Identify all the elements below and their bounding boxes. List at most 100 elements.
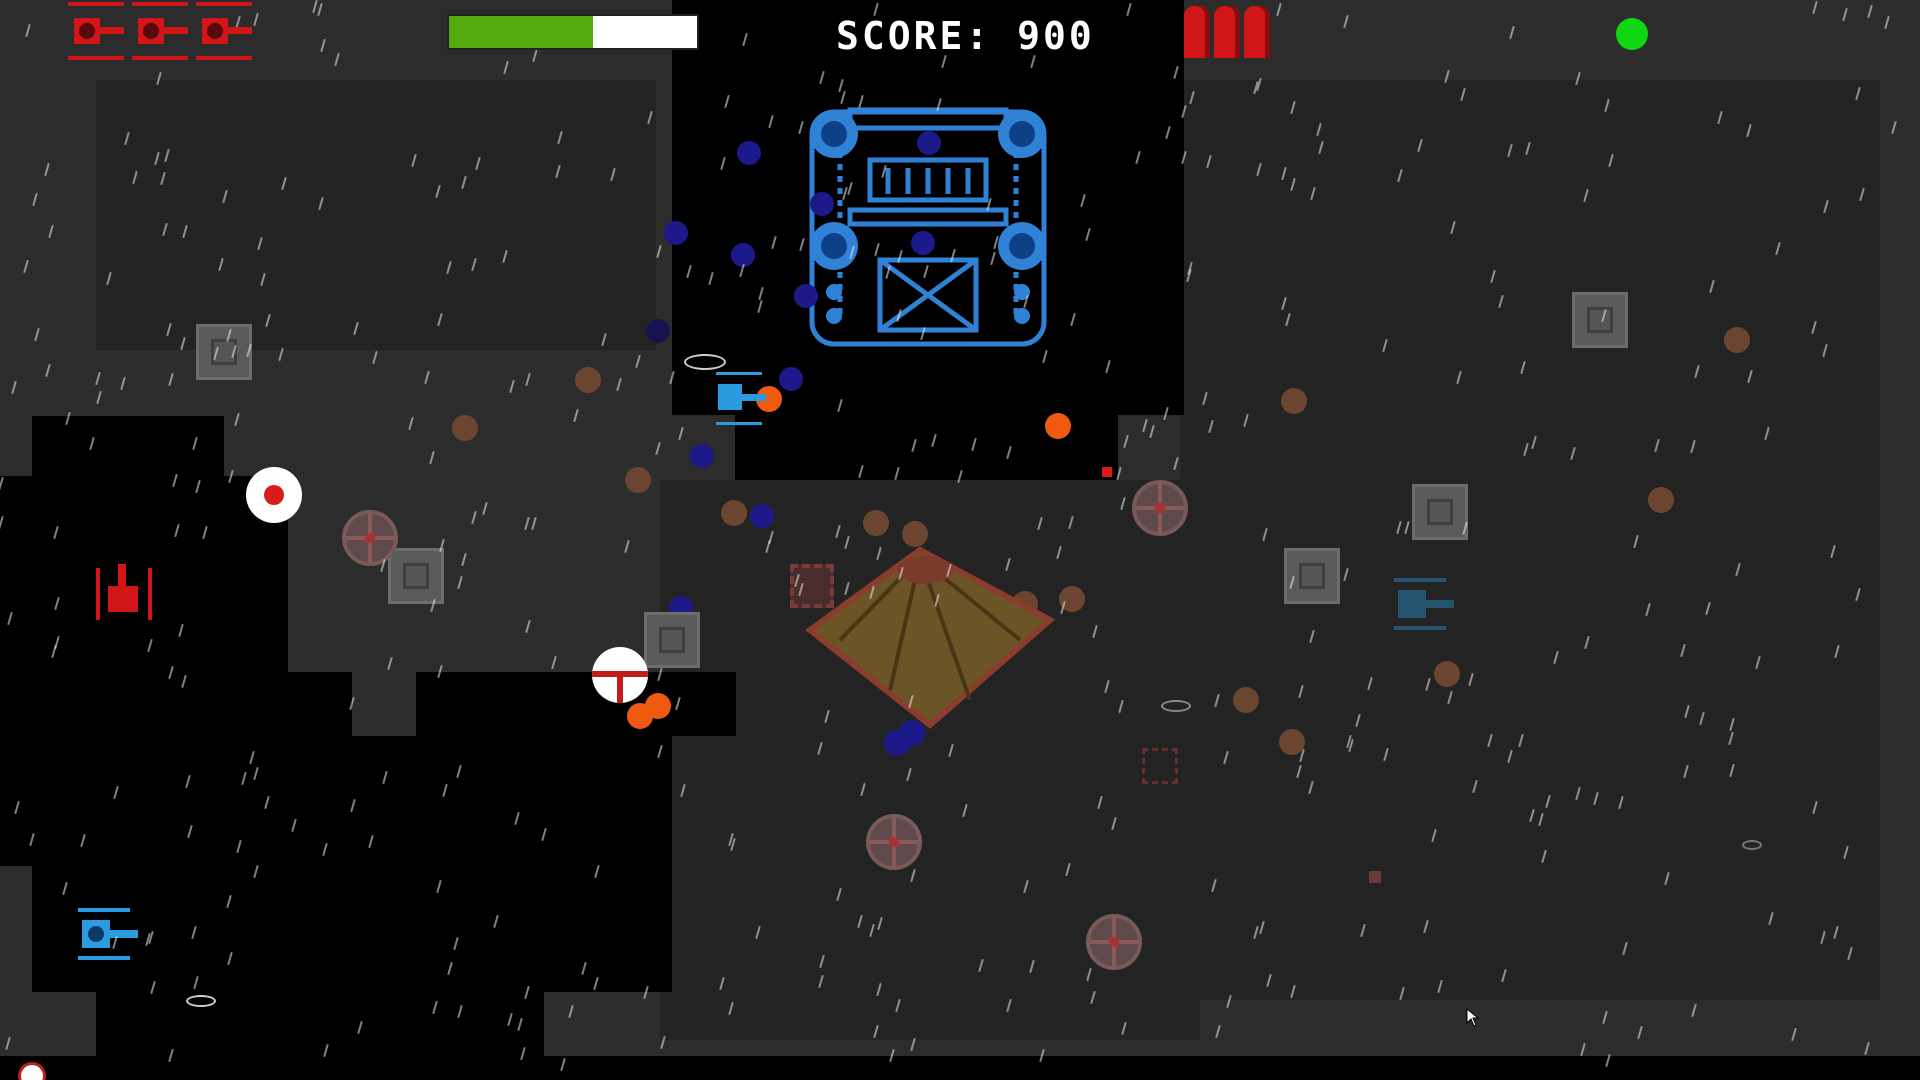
- raindrop: [525, 372, 531, 387]
- ghost-tank: [1394, 578, 1454, 630]
- steel-crate: [388, 548, 444, 604]
- raindrop: [95, 371, 101, 386]
- steel-crate: [1572, 292, 1628, 348]
- raindrop: [120, 376, 126, 391]
- raindrop: [1276, 2, 1282, 17]
- raindrop: [34, 327, 40, 342]
- player-tank-secondary: [716, 372, 766, 425]
- raindrop: [1509, 25, 1515, 40]
- raindrop: [1343, 14, 1349, 29]
- steel-crate: [196, 324, 252, 380]
- enemy-indicator: [1102, 467, 1112, 477]
- boss-orb: [810, 192, 834, 216]
- raindrop: [334, 52, 340, 67]
- raindrop: [32, 192, 38, 207]
- raindrop: [471, 510, 477, 525]
- raindrop: [635, 354, 641, 369]
- boss-orb: [750, 504, 774, 528]
- raindrop: [551, 655, 557, 670]
- game-viewport[interactable]: SCORE: 900: [0, 0, 1920, 1080]
- red-tank-icon: [196, 2, 252, 60]
- boss-orb: [664, 221, 688, 245]
- raindrop: [45, 363, 51, 378]
- raindrop: [457, 575, 463, 590]
- green-status-light: [1616, 18, 1648, 50]
- raindrop: [524, 516, 530, 531]
- raindrop: [11, 380, 17, 395]
- rock-orb: [863, 510, 889, 536]
- mine: [342, 510, 398, 566]
- ammo-display: [1184, 6, 1270, 62]
- volcano-terrain: [805, 546, 1056, 729]
- raindrop: [1602, 1010, 1608, 1025]
- raindrop: [509, 379, 515, 394]
- fire-orb: [1045, 413, 1071, 439]
- raindrop: [234, 412, 240, 427]
- raindrop: [1637, 1025, 1643, 1040]
- rock-orb: [1281, 388, 1307, 414]
- raindrop: [1173, 456, 1179, 471]
- raindrop: [655, 441, 661, 456]
- red-tank-icon: [132, 2, 188, 60]
- debris: [1369, 871, 1381, 883]
- mouse-pointer-icon: [1466, 1008, 1480, 1027]
- steel-crate: [1412, 484, 1468, 540]
- raindrop: [1842, 7, 1848, 22]
- raindrop: [48, 224, 54, 239]
- rock-orb: [1233, 687, 1259, 713]
- raindrop: [23, 259, 29, 274]
- raindrop: [429, 450, 435, 465]
- boss-orb: [690, 444, 714, 468]
- raindrop: [320, 38, 326, 53]
- red-shell-icon: [1244, 6, 1270, 58]
- fire-orb: [645, 693, 671, 719]
- raindrop: [461, 552, 467, 567]
- raindrop: [1891, 120, 1897, 135]
- target-marker-center: [264, 485, 284, 505]
- boss-orb: [779, 367, 803, 391]
- raindrop: [1123, 434, 1129, 449]
- raindrop: [1691, 1003, 1697, 1018]
- raindrop: [44, 162, 50, 177]
- fog-of-war: [0, 736, 672, 866]
- destroyed-crate: [1142, 748, 1178, 784]
- rock-orb: [1434, 661, 1460, 687]
- raindrop: [253, 12, 259, 27]
- health-bar-fill: [449, 16, 593, 48]
- raindrop: [424, 370, 430, 385]
- rock-orb: [721, 500, 747, 526]
- white-mine: [592, 647, 648, 703]
- raindrop: [317, 2, 323, 17]
- arena-floor: [1180, 80, 1880, 1000]
- raindrop: [482, 501, 488, 516]
- rock-orb: [1648, 487, 1674, 513]
- raindrop: [1149, 424, 1155, 439]
- raindrop: [312, 0, 318, 14]
- raindrop: [408, 416, 414, 431]
- rock-orb: [452, 415, 478, 441]
- boss-orb: [917, 131, 941, 155]
- mine: [1132, 480, 1188, 536]
- fog-of-war: [416, 672, 736, 736]
- raindrop: [616, 377, 622, 392]
- mine: [866, 814, 922, 870]
- raindrop: [1142, 418, 1148, 433]
- raindrop: [1812, 0, 1818, 15]
- raindrop: [532, 48, 538, 63]
- spawn-ring: [186, 995, 216, 1007]
- red-shell-icon: [1214, 6, 1240, 58]
- health-bar: [447, 14, 699, 50]
- raindrop: [1791, 1027, 1797, 1042]
- raindrop: [568, 1004, 574, 1019]
- steel-crate: [644, 612, 700, 668]
- raindrop: [624, 539, 630, 554]
- raindrop: [1580, 1042, 1586, 1057]
- spawn-ring: [1161, 700, 1191, 712]
- arena-floor: [96, 80, 656, 350]
- fog-of-war: [0, 672, 352, 736]
- spawn-ring: [684, 354, 726, 370]
- mine: [1086, 914, 1142, 970]
- raindrop: [96, 390, 102, 405]
- rock-orb: [625, 467, 651, 493]
- red-shell-icon: [1184, 6, 1210, 58]
